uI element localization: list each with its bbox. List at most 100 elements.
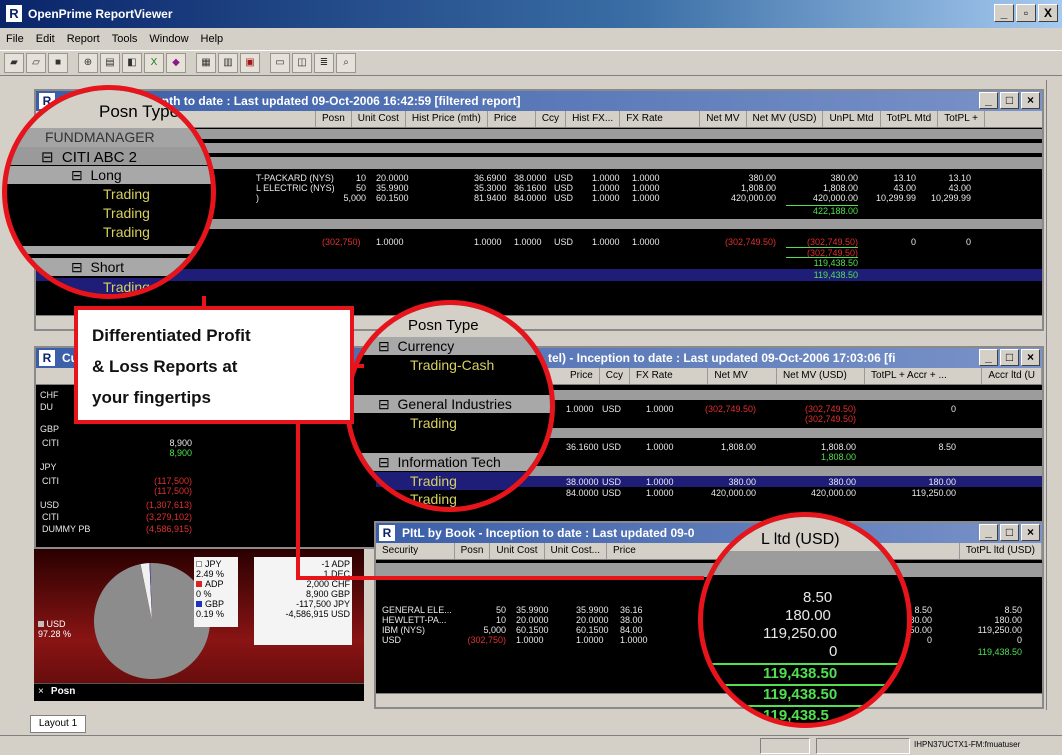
col-hist-price[interactable]: Hist Price (mth)	[406, 111, 488, 127]
zoom-currency: ⊟ Currency	[378, 338, 455, 354]
zoom-header: Posn Type	[408, 317, 479, 334]
close-button[interactable]: ×	[1021, 524, 1040, 541]
cell-net-mv-usd: 1,808.00	[820, 442, 856, 452]
zoom-trading-cash: Trading-C	[103, 279, 165, 295]
col-unit-cost[interactable]: Unit Cost	[352, 111, 406, 127]
col-unpl-mtd[interactable]: UnPL Mtd	[823, 111, 881, 127]
tab-posn[interactable]: Posn	[51, 686, 75, 697]
cell-totpl-usd: 180.00	[994, 615, 1022, 625]
cell-security: L ELECTRIC (NYS)	[256, 183, 335, 193]
cell-unit-cost: 60.1500	[516, 625, 549, 635]
cell-unit-cost: 1.0000	[516, 635, 544, 645]
status-bar: IHPN37UCTX1-FM:fmuatuser	[0, 735, 1062, 755]
col-totpl-plus[interactable]: TotPL +	[938, 111, 986, 127]
menu-edit[interactable]: Edit	[36, 33, 55, 45]
cell-totpl-usd: 119,250.00	[977, 625, 1022, 635]
menu-window[interactable]: Window	[149, 33, 188, 45]
col-ccy[interactable]: Ccy	[600, 368, 631, 384]
col-fx-rate[interactable]: FX Rate	[630, 368, 709, 384]
col-security[interactable]: Security	[376, 543, 455, 559]
print-preview-icon[interactable]: ▤	[100, 53, 120, 73]
cell-totpl-usd: 8.50	[1004, 605, 1022, 615]
cell-price: 38.0000	[514, 173, 547, 183]
col-ccy[interactable]: Ccy	[536, 111, 567, 127]
maximize-button[interactable]: □	[1000, 92, 1019, 109]
zoom-trading-selected: Trading	[410, 473, 457, 489]
cell-ccy: USD	[602, 404, 622, 414]
grid-icon[interactable]: ▥	[218, 53, 238, 73]
filter-icon[interactable]: ▣	[240, 53, 260, 73]
window-icon[interactable]: ▭	[270, 53, 290, 73]
cell-price: 84.00	[620, 625, 643, 635]
cell-fx-rate: 1.0000	[632, 173, 660, 183]
menu-help[interactable]: Help	[201, 33, 224, 45]
cell-fx-rate: 1.0000	[632, 237, 660, 247]
col-accr-ltd[interactable]: Accr ltd (U	[982, 368, 1042, 384]
cell-price: 38.0000	[566, 477, 599, 487]
close-button[interactable]: X	[1038, 4, 1058, 22]
callout-line-2: & Loss Reports at	[92, 357, 238, 376]
menu-report[interactable]: Report	[67, 33, 100, 45]
cell-fx-rate: 1.0000	[646, 404, 674, 414]
col-price[interactable]: Price	[488, 111, 536, 127]
minimize-button[interactable]: _	[979, 524, 998, 541]
chart-icon[interactable]: ◆	[166, 53, 186, 73]
col-totpl-ltd[interactable]: TotPL ltd (USD)	[960, 543, 1042, 559]
menu-file[interactable]: File	[6, 33, 24, 45]
print-icon[interactable]: ⊕	[78, 53, 98, 73]
cell-totpl: 0	[950, 404, 956, 414]
col-fx-rate[interactable]: FX Rate	[620, 111, 701, 127]
close-tab-icon[interactable]: ×	[34, 684, 48, 699]
menu-tools[interactable]: Tools	[112, 33, 138, 45]
maximize-button[interactable]: ▫	[1016, 4, 1036, 22]
zoom-trading-3: Trading	[103, 224, 150, 240]
find-icon[interactable]: ⌕	[336, 53, 356, 73]
usd-name: USD	[46, 619, 66, 629]
cell-price: 36.1600	[514, 183, 547, 193]
export-icon[interactable]: ◧	[122, 53, 142, 73]
cell-fx-rate: 1.0000	[632, 193, 660, 203]
maximize-button[interactable]: □	[1000, 349, 1019, 366]
cell-security: IBM (NYS)	[382, 625, 426, 635]
col-posn[interactable]: Posn	[316, 111, 352, 127]
zoom-value-3: 119,250.00	[763, 625, 837, 642]
col-net-mv-usd[interactable]: Net MV (USD)	[777, 368, 866, 384]
col-posn[interactable]: Posn	[455, 543, 491, 559]
zoom-long: ⊟ Long	[71, 167, 122, 183]
pie-slice-usd	[94, 563, 210, 679]
cell-ccy: USD	[602, 488, 622, 498]
minimize-button[interactable]: _	[994, 4, 1014, 22]
rows-icon[interactable]: ≣	[314, 53, 334, 73]
col-unit-cost-2[interactable]: Unit Cost...	[545, 543, 608, 559]
excel-icon[interactable]: X	[144, 53, 164, 73]
columns-icon[interactable]: ◫	[292, 53, 312, 73]
cell-posn: 5,000	[343, 193, 366, 203]
usd-label: USD	[38, 619, 66, 629]
open-icon[interactable]: ▰	[4, 53, 24, 73]
save-icon[interactable]: ■	[48, 53, 68, 73]
mdi-scrollbar[interactable]	[1046, 80, 1062, 710]
col-totpl-mtd[interactable]: TotPL Mtd	[881, 111, 939, 127]
layout-icon[interactable]: ▦	[196, 53, 216, 73]
subtotal: (302,749.50)	[804, 414, 856, 424]
col-net-mv[interactable]: Net MV	[708, 368, 777, 384]
col-totpl-accr[interactable]: TotPL + Accr + ...	[865, 368, 983, 384]
cell-fx-rate: 1.0000	[632, 183, 660, 193]
maximize-button[interactable]: □	[1000, 524, 1019, 541]
folder-icon[interactable]: ▱	[26, 53, 46, 73]
cell-net-mv: (302,749.50)	[724, 237, 776, 247]
cell-totpl-usd: 0	[1016, 635, 1022, 645]
jpy-label: JPY	[196, 559, 236, 569]
col-price[interactable]: Price	[564, 368, 600, 384]
cell-security: USD	[382, 635, 402, 645]
minimize-button[interactable]: _	[979, 349, 998, 366]
cell-unit-cost: 20.0000	[516, 615, 549, 625]
col-net-mv[interactable]: Net MV	[700, 111, 747, 127]
minimize-button[interactable]: _	[979, 92, 998, 109]
close-button[interactable]: ×	[1021, 349, 1040, 366]
col-unit-cost[interactable]: Unit Cost	[490, 543, 545, 559]
col-net-mv-usd[interactable]: Net MV (USD)	[747, 111, 824, 127]
close-button[interactable]: ×	[1021, 92, 1040, 109]
tab-layout-1[interactable]: Layout 1	[30, 715, 86, 733]
col-hist-fx[interactable]: Hist FX...	[566, 111, 621, 127]
